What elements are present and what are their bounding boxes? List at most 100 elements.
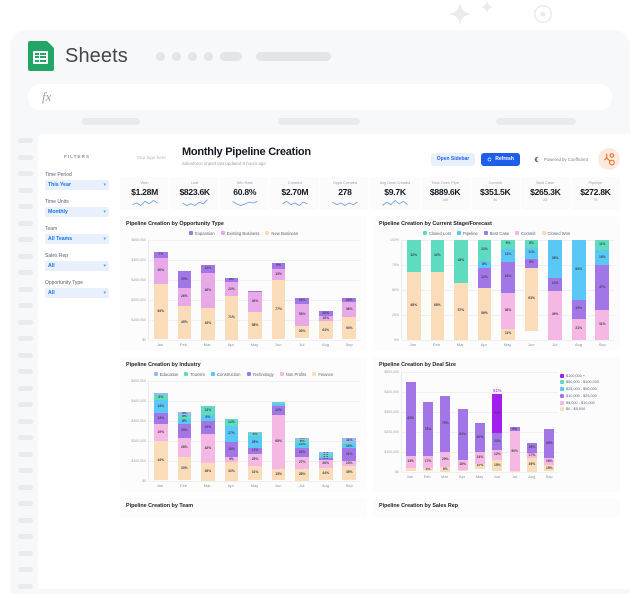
legend-item[interactable]: $10,000 - $25,000 (560, 393, 614, 398)
stacked-bar[interactable]: 32% 68% (430, 239, 445, 340)
stacked-bar[interactable]: 10% 36% 54% (342, 298, 357, 340)
bar-segment: 23% (295, 447, 309, 458)
stacked-bar[interactable]: 43% 57% (454, 239, 468, 340)
stacked-bar[interactable]: 8% 11% 9% 63% (524, 239, 539, 340)
legend-item[interactable]: Closed Lost (422, 231, 451, 236)
stacked-bar[interactable]: 7% 30% 63% (153, 251, 168, 340)
stacked-bar[interactable]: 32% 68% (406, 239, 421, 340)
bar-segment: 13% (405, 456, 416, 468)
legend-item[interactable]: New Business (265, 231, 298, 236)
refresh-button[interactable]: Refresh (481, 152, 520, 166)
row-number (17, 418, 33, 424)
toolbar-dot[interactable] (203, 51, 213, 61)
legend-swatch (184, 372, 189, 376)
kpi-label: Avg Deal Created (379, 180, 411, 185)
legend-item[interactable]: $5,000 - $10,000 (560, 400, 614, 405)
filter-select[interactable]: Monthly ▾ (45, 207, 109, 217)
toolbar-dot[interactable] (171, 51, 181, 61)
stacked-bar[interactable]: 13% 8% 19% 42% 26% (201, 405, 215, 481)
x-tick: Jul (552, 341, 558, 347)
gridline (149, 480, 361, 482)
x-axis: Jan Feb Mar Apr May Jun Jul Aug Sep (401, 474, 558, 479)
stacked-bar[interactable]: 69% 16% 15% (544, 428, 555, 472)
stacked-bar[interactable]: 60% 19% 21% (571, 239, 586, 340)
stacked-bar[interactable]: 60% 24% 10% (474, 422, 485, 472)
segment-label: 31% (345, 452, 353, 457)
legend-item[interactable]: Best Case (483, 231, 509, 236)
stacked-bar[interactable]: 35% 17% 49% (526, 442, 537, 472)
stacked-bar[interactable]: 81% 16% (457, 409, 468, 472)
stacked-bar[interactable]: 9% 90% (509, 427, 520, 472)
filter-select[interactable]: All ▾ (45, 288, 109, 298)
segment-label: 26% (228, 446, 235, 451)
stacked-bar[interactable]: 23% 8% 22% 56% (477, 239, 492, 340)
y-axis: $0 $100,000 $200,000 $300,000 $400,000 $500,0… (379, 370, 401, 474)
stacked-bar[interactable]: 25% 26% 49% (177, 270, 192, 340)
page-subtitle: Salesforce import last updated 9 hours a… (182, 160, 266, 166)
stacked-bar[interactable]: 51% 22% 12% 15% (492, 393, 503, 472)
segment-label: 9% (229, 456, 234, 461)
row-number (17, 567, 33, 572)
stacked-bar[interactable]: 11% 10% 31% 10% 35% (342, 438, 357, 481)
legend-item[interactable]: Expansion (189, 231, 215, 236)
stacked-bar[interactable]: 12% 27% 26% 9% 32% (224, 418, 239, 481)
toolbar-pill-wide[interactable] (255, 51, 331, 61)
open-sidebar-button[interactable]: Open Sidebar (430, 152, 476, 166)
toolbar-dot[interactable] (187, 51, 197, 61)
column-pill[interactable] (496, 118, 576, 125)
filter-select[interactable]: All ▾ (45, 261, 109, 271)
y-tick: $0 (395, 469, 399, 474)
legend-item[interactable]: $100,000 + (560, 373, 614, 378)
stacked-bar[interactable]: 6% 14% 13% 19% 44% (153, 392, 168, 481)
legend-item[interactable]: Technology (246, 372, 274, 377)
stacked-bar[interactable]: 9%6%6%9%26%44% (318, 451, 333, 481)
column-pill[interactable] (82, 118, 140, 125)
kpi-card-commit: Commit $351.5K 40 (470, 177, 520, 210)
toolbar-pill[interactable] (219, 51, 242, 61)
legend-item[interactable]: Education (153, 372, 178, 377)
segment-label: 12% (228, 419, 235, 424)
stacked-bar[interactable]: 8% 22% 71% (224, 277, 239, 340)
stacked-bar[interactable]: 40% 58% (248, 291, 262, 340)
legend-label: Pipeline (462, 230, 478, 236)
legend-item[interactable]: Existing Business (220, 231, 259, 236)
stacked-bar[interactable]: 9% 13% 31% 36% 11% (501, 239, 515, 340)
stacked-bar[interactable]: 5% 5% 8% 20% 28% 33% (177, 411, 192, 481)
stacked-bar[interactable]: 14% 53% 30% (295, 297, 309, 340)
legend-item[interactable]: Non Profits (279, 372, 306, 377)
legend-item[interactable]: Commit (515, 231, 536, 236)
legend-item[interactable]: Pipeline (456, 230, 478, 236)
segment-label: 11% (504, 331, 512, 336)
bar-column-aug: 60% 19% 21% (567, 239, 591, 340)
segment-label: 12% (298, 442, 306, 447)
filter-select[interactable]: All Teams ▾ (45, 234, 109, 244)
segment-label: 28% (181, 444, 188, 449)
toolbar-dot[interactable] (155, 51, 165, 61)
stacked-bar[interactable]: 78% 17% 5% (422, 402, 434, 472)
legend-item[interactable]: Finance (312, 372, 333, 377)
column-pill[interactable] (278, 118, 360, 125)
stacked-bar[interactable]: 38% 13% 49% (548, 239, 562, 340)
legend-item[interactable]: $25,000 - $50,000 (560, 387, 614, 392)
legend-item[interactable]: Construction (210, 372, 241, 377)
stacked-bar[interactable]: 11% 16% 47% 31% (595, 239, 610, 340)
stacked-bar[interactable]: 6% 25% 11% 25% 31% (248, 432, 262, 481)
gridline (149, 339, 361, 341)
legend-item[interactable]: $0 - $5,000 (560, 407, 614, 412)
stacked-bar[interactable]: 20% 16% 64% (318, 310, 333, 340)
formula-bar[interactable]: fx (28, 84, 612, 110)
legend-item[interactable]: Tourism (184, 372, 205, 377)
stacked-bar[interactable]: 5% 6% 12% 23% 27% 28% (295, 437, 309, 481)
legend-item[interactable]: Closed Won (541, 231, 570, 236)
legend-item[interactable]: $50,000 - $100,000 (560, 380, 614, 385)
stacked-bar[interactable]: 12% 46% 43% (201, 264, 215, 340)
filter-select[interactable]: This Year ▾ (45, 180, 109, 190)
stacked-bar[interactable]: 75% 20% 6% (440, 395, 451, 472)
bar-column-jul: 9% 90% (506, 372, 523, 472)
segment-label: 35% (345, 470, 353, 475)
stacked-bar[interactable]: 8% 15% 77% (271, 262, 286, 340)
chart-card-1: Pipeline Creation by Current Stage/Forec… (373, 215, 620, 351)
kpi-label: Opps Created (332, 180, 358, 185)
stacked-bar[interactable]: 12% 68% 15% (271, 401, 286, 481)
stacked-bar[interactable]: 83% 13% (405, 381, 416, 472)
